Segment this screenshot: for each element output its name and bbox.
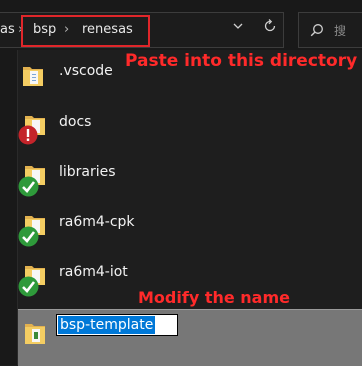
check-overlay-icon	[18, 176, 39, 197]
breadcrumb-bsp[interactable]: bsp	[33, 22, 56, 37]
file-name[interactable]: .vscode	[59, 63, 113, 79]
refresh-icon[interactable]	[262, 18, 278, 34]
search-icon[interactable]	[310, 22, 324, 37]
list-item-renaming[interactable]: bsp-template	[18, 309, 362, 366]
check-overlay-icon	[18, 226, 39, 247]
navigation-pane[interactable]	[0, 50, 17, 365]
list-item-ra6m4-cpk[interactable]: ra6m4-cpk	[18, 201, 362, 251]
search-box[interactable]	[298, 12, 362, 48]
breadcrumb-renesas[interactable]: renesas	[82, 22, 133, 37]
annotation-rename-hint: Modify the name	[138, 288, 290, 307]
folder-icon	[21, 61, 47, 89]
breadcrumb-partial-parent[interactable]: as	[0, 22, 15, 37]
file-name[interactable]: ra6m4-iot	[59, 264, 128, 280]
folder-icon	[23, 320, 49, 348]
annotation-paste-hint: Paste into this directory	[125, 51, 358, 71]
list-item-docs[interactable]: docs	[18, 101, 362, 151]
rename-field[interactable]: bsp-template	[56, 314, 178, 336]
file-name[interactable]: docs	[59, 114, 91, 130]
rename-field-selected-text[interactable]: bsp-template	[58, 316, 156, 334]
search-placeholder[interactable]: 搜	[334, 22, 346, 39]
file-name[interactable]: ra6m4-cpk	[59, 214, 135, 230]
chevron-down-icon[interactable]	[232, 20, 246, 34]
breadcrumb-separator[interactable]: ›	[64, 22, 69, 37]
check-overlay-icon	[18, 276, 39, 297]
file-name[interactable]: libraries	[59, 164, 116, 180]
list-item-libraries[interactable]: libraries	[18, 151, 362, 201]
error-overlay-icon	[18, 125, 38, 145]
